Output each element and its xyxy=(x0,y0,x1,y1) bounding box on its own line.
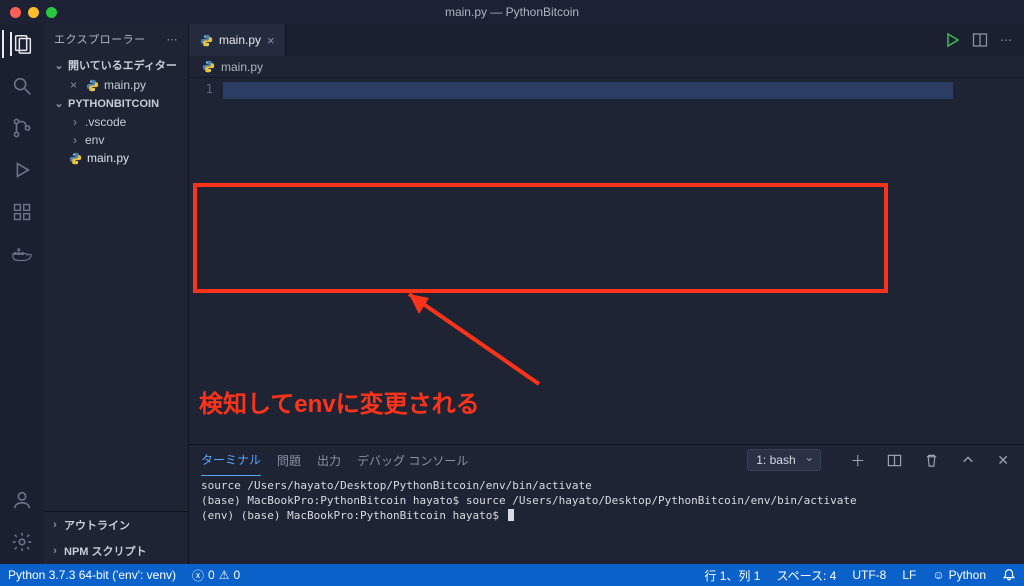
editor-tabs: main.py × ⋯ xyxy=(189,24,1024,56)
close-icon[interactable]: × xyxy=(70,78,80,92)
status-bar: Python 3.7.3 64-bit ('env': venv) ⓧ0 ⚠0 … xyxy=(0,564,1024,586)
gutter: 1 xyxy=(189,78,223,444)
terminal-line: (base) MacBookPro:PythonBitcoin hayato$ … xyxy=(201,494,857,507)
status-language[interactable]: ☺ Python xyxy=(924,564,994,586)
npm-label: NPM スクリプト xyxy=(64,543,147,559)
folder-env[interactable]: › env xyxy=(48,131,188,149)
terminal-line: (env) (base) MacBookPro:PythonBitcoin ha… xyxy=(201,509,506,522)
status-line-col[interactable]: 行 1、列 1 xyxy=(696,564,768,586)
open-editors-label: 開いているエディター xyxy=(68,57,177,73)
file-label: main.py xyxy=(87,151,129,165)
file-mainpy[interactable]: main.py xyxy=(48,149,188,167)
outline-section[interactable]: › アウトライン xyxy=(44,512,188,538)
breadcrumb[interactable]: main.py xyxy=(189,56,1024,78)
chevron-right-icon: › xyxy=(50,545,60,557)
panel-tab-terminal[interactable]: ターミナル xyxy=(201,444,261,476)
titlebar: main.py — PythonBitcoin xyxy=(0,0,1024,24)
account-icon[interactable] xyxy=(10,488,34,512)
chevron-down-icon: ⌄ xyxy=(54,59,64,72)
panel-tab-output[interactable]: 出力 xyxy=(317,445,341,476)
source-control-icon[interactable] xyxy=(10,116,34,140)
terminal-cursor xyxy=(508,509,514,521)
tab-mainpy[interactable]: main.py × xyxy=(189,24,286,56)
python-file-icon xyxy=(85,78,99,92)
chevron-right-icon: › xyxy=(70,133,80,147)
folder-label: .vscode xyxy=(85,115,126,129)
app-root: main.py — PythonBitcoin xyxy=(0,0,1024,586)
close-icon[interactable]: × xyxy=(267,33,275,48)
tab-label: main.py xyxy=(219,33,261,47)
debug-icon[interactable] xyxy=(10,158,34,182)
code-content[interactable] xyxy=(223,78,1024,444)
explorer-title: エクスプローラー xyxy=(54,31,146,47)
breadcrumb-item: main.py xyxy=(221,60,263,74)
docker-icon[interactable] xyxy=(10,242,34,266)
extensions-icon[interactable] xyxy=(10,200,34,224)
editor-area: main.py × ⋯ main.py xyxy=(189,24,1024,564)
window-title: main.py — PythonBitcoin xyxy=(0,5,1024,19)
activity-bar xyxy=(0,24,44,564)
feedback-icon: ☺ xyxy=(932,568,944,582)
workspace-name: PYTHONBITCOIN xyxy=(68,98,159,110)
more-icon[interactable]: ⋯ xyxy=(1000,33,1012,47)
line-number: 1 xyxy=(189,82,213,96)
current-line-highlight xyxy=(223,82,953,99)
terminal-line: source /Users/hayato/Desktop/PythonBitco… xyxy=(201,479,592,492)
chevron-right-icon: › xyxy=(50,519,60,531)
folder-vscode[interactable]: › .vscode xyxy=(48,113,188,131)
more-icon[interactable]: ⋯ xyxy=(167,33,179,46)
python-file-icon xyxy=(201,60,215,74)
error-icon: ⓧ xyxy=(192,567,204,584)
python-file-icon xyxy=(199,33,213,47)
open-editor-name: main.py xyxy=(104,78,146,92)
status-problems[interactable]: ⓧ0 ⚠0 xyxy=(184,564,248,586)
maximize-panel-icon[interactable] xyxy=(958,451,978,469)
code-editor[interactable]: 1 xyxy=(189,78,1024,444)
split-terminal-icon[interactable] xyxy=(884,451,905,470)
python-file-icon xyxy=(68,151,82,165)
folder-label: env xyxy=(85,133,104,147)
status-encoding[interactable]: UTF-8 xyxy=(844,564,894,586)
status-spaces[interactable]: スペース: 4 xyxy=(768,564,844,586)
warning-icon: ⚠ xyxy=(219,568,230,582)
gear-icon[interactable] xyxy=(10,530,34,554)
status-eol[interactable]: LF xyxy=(894,564,924,586)
open-editor-item[interactable]: × main.py xyxy=(48,76,188,94)
search-icon[interactable] xyxy=(10,74,34,98)
outline-label: アウトライン xyxy=(64,517,130,533)
panel-tab-problems[interactable]: 問題 xyxy=(277,445,301,476)
explorer-icon[interactable] xyxy=(10,32,34,56)
status-python-interpreter[interactable]: Python 3.7.3 64-bit ('env': venv) xyxy=(0,564,184,586)
run-icon[interactable] xyxy=(944,32,960,48)
terminal-shell-select[interactable]: 1: bash xyxy=(747,449,821,471)
panel: ターミナル 問題 出力 デバッグ コンソール 1: bash ＋ xyxy=(189,444,1024,564)
status-notifications-icon[interactable] xyxy=(994,564,1024,586)
open-editors-section[interactable]: ⌄ 開いているエディター xyxy=(48,54,188,76)
new-terminal-icon[interactable]: ＋ xyxy=(847,448,868,473)
workspace-section[interactable]: ⌄ PYTHONBITCOIN xyxy=(48,94,188,113)
trash-icon[interactable] xyxy=(921,451,942,470)
chevron-right-icon: › xyxy=(70,115,80,129)
explorer-header: エクスプローラー ⋯ xyxy=(44,24,188,54)
panel-tabs: ターミナル 問題 出力 デバッグ コンソール 1: bash ＋ xyxy=(189,445,1024,475)
npm-scripts-section[interactable]: › NPM スクリプト xyxy=(44,538,188,564)
close-panel-icon[interactable]: ✕ xyxy=(994,450,1012,471)
sidebar: エクスプローラー ⋯ ⌄ 開いているエディター × main.py ⌄ P xyxy=(44,24,189,564)
terminal-output[interactable]: source /Users/hayato/Desktop/PythonBitco… xyxy=(189,475,1024,564)
panel-tab-debug[interactable]: デバッグ コンソール xyxy=(357,445,468,476)
split-editor-icon[interactable] xyxy=(972,32,988,48)
chevron-down-icon: ⌄ xyxy=(54,97,64,110)
